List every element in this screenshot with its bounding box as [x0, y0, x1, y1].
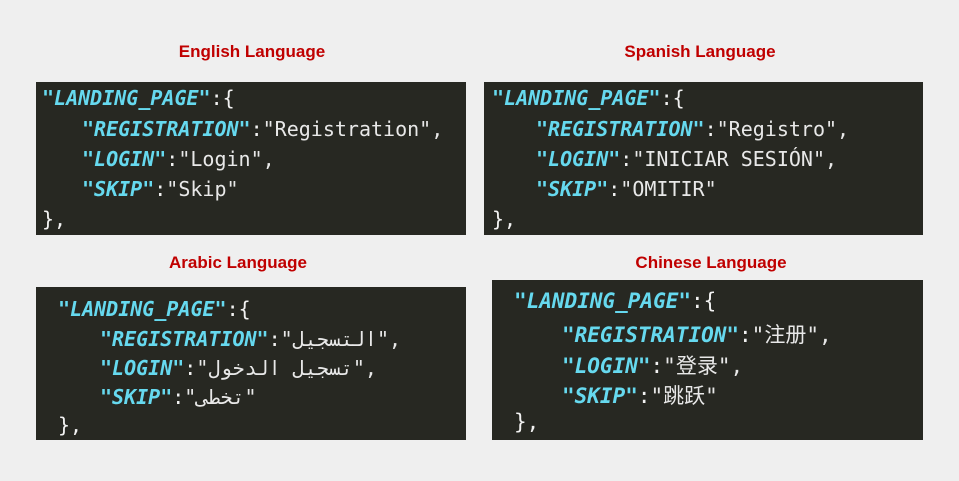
- close-brace: },: [492, 207, 517, 231]
- value-registration: "التسجيل",: [280, 327, 402, 351]
- value-registration: "Registration",: [262, 117, 444, 141]
- title-chinese: Chinese Language: [635, 253, 787, 272]
- value-registration: "注册",: [751, 323, 832, 347]
- title-spanish: Spanish Language: [624, 42, 776, 61]
- colon: :: [154, 177, 167, 201]
- key-skip: "SKIP": [100, 385, 173, 409]
- code-panel-arabic: ‾ ‾ ‾ ‾ ‾ ‾ ‾ ‾ ‾ ‾ ‾ ‾ ‾ ‾ "LANDING_PAG…: [36, 287, 466, 440]
- colon: :: [184, 356, 197, 380]
- colon: :: [172, 385, 185, 409]
- code-panel-spanish: "LANDING_PAGE":{ "REGISTRATION":"Registr…: [484, 82, 923, 235]
- root-key: "LANDING_PAGE": [42, 86, 211, 110]
- colon: :: [650, 354, 664, 378]
- colon: :: [166, 147, 179, 171]
- key-login: "LOGIN": [562, 354, 651, 378]
- key-skip: "SKIP": [82, 177, 155, 201]
- value-login: "Login",: [178, 147, 275, 171]
- key-registration: "REGISTRATION": [562, 323, 740, 347]
- colon: :: [620, 147, 633, 171]
- value-skip: "Skip": [166, 177, 239, 201]
- key-registration: "REGISTRATION": [82, 117, 251, 141]
- value-login: "INICIAR SESIÓN",: [632, 147, 838, 171]
- open-brace: :{: [691, 289, 717, 313]
- colon: :: [268, 327, 281, 351]
- root-key: "LANDING_PAGE": [58, 297, 227, 321]
- colon: :: [250, 117, 263, 141]
- value-login: "登录",: [663, 354, 744, 378]
- code-panel-english: "LANDING_PAGE":{ "REGISTRATION":"Registr…: [36, 82, 466, 235]
- key-skip: "SKIP": [562, 384, 638, 408]
- key-login: "LOGIN": [82, 147, 167, 171]
- key-login: "LOGIN": [536, 147, 621, 171]
- root-key: "LANDING_PAGE": [514, 289, 692, 313]
- title-arabic: Arabic Language: [169, 253, 307, 272]
- open-brace: :{: [226, 297, 251, 321]
- close-brace: },: [42, 207, 67, 231]
- key-registration: "REGISTRATION": [100, 327, 269, 351]
- open-brace: :{: [210, 86, 235, 110]
- close-brace: },: [58, 413, 83, 437]
- key-login: "LOGIN": [100, 356, 185, 380]
- value-registration: "Registro",: [716, 117, 850, 141]
- value-skip: "تخطى": [184, 385, 257, 409]
- colon: :: [704, 117, 717, 141]
- colon: :: [637, 384, 651, 408]
- value-skip: "跳跃": [650, 384, 718, 408]
- title-english: English Language: [178, 42, 326, 61]
- open-brace: :{: [660, 86, 685, 110]
- value-login: "تسجيل الدخول",: [196, 356, 377, 380]
- value-skip: "OMITIR": [620, 177, 717, 201]
- key-registration: "REGISTRATION": [536, 117, 705, 141]
- colon: :: [608, 177, 621, 201]
- root-key: "LANDING_PAGE": [492, 86, 661, 110]
- key-skip: "SKIP": [536, 177, 609, 201]
- code-panel-chinese: "LANDING_PAGE":{ "REGISTRATION":"注册", "L…: [492, 280, 923, 440]
- colon: :: [739, 323, 752, 347]
- close-brace: },: [514, 410, 540, 434]
